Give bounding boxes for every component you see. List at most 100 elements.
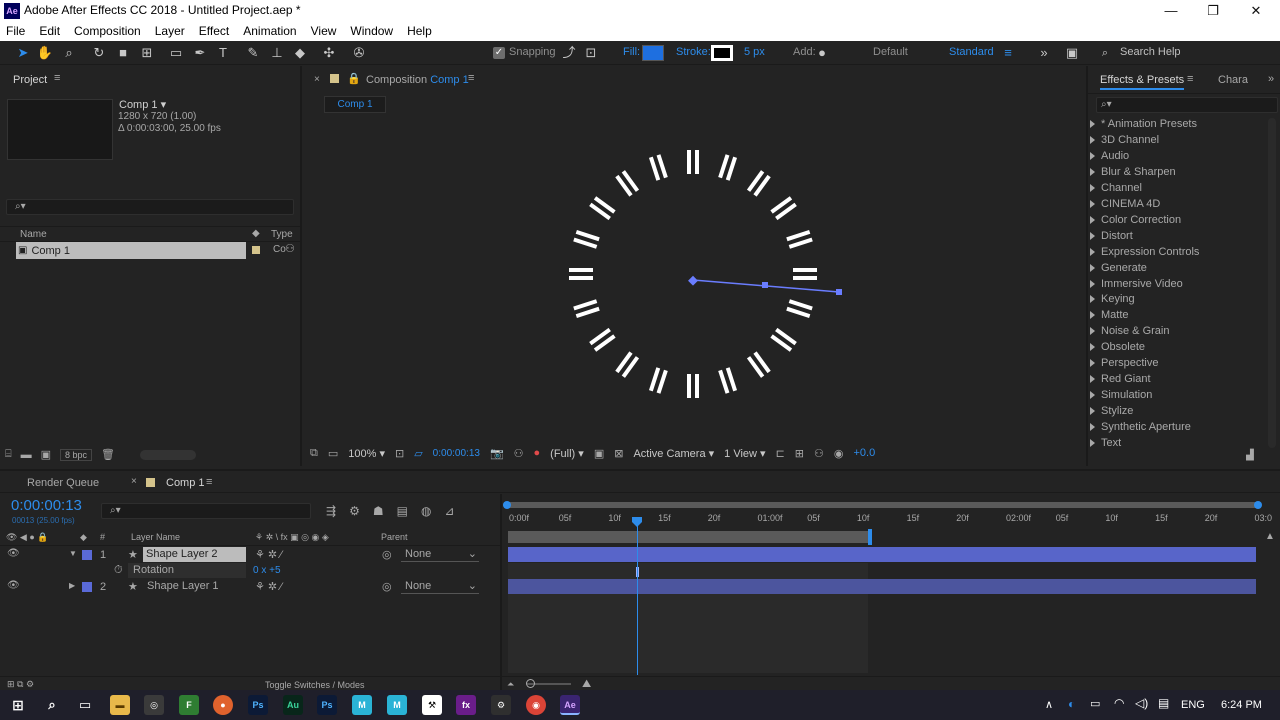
stopwatch-icon[interactable]: ⏱ [114, 564, 123, 577]
wifi-icon[interactable]: ◠ [1114, 696, 1124, 710]
effect-category[interactable]: Distort [1090, 230, 1133, 242]
clone-stamp-tool-icon[interactable]: ⊥ [268, 44, 286, 62]
work-area-navigator[interactable] [503, 501, 1262, 509]
expand-arrow-icon[interactable]: ▶ [69, 581, 75, 590]
effect-category[interactable]: Synthetic Aperture [1090, 421, 1191, 433]
comp1-timeline-tab[interactable]: Comp 1 [166, 477, 205, 489]
flowchart-icon[interactable]: ⚇ [285, 242, 295, 255]
menu-edit[interactable]: Edit [39, 22, 60, 41]
transparency-grid-icon[interactable]: ⊠ [614, 447, 623, 460]
expand-arrow-icon[interactable]: ▼ [69, 549, 77, 558]
effect-category[interactable]: Expression Controls [1090, 246, 1199, 258]
reset-exposure-icon[interactable]: ◉ [834, 447, 844, 460]
zoom-slider-thumb[interactable] [526, 679, 535, 688]
comp-info-name[interactable]: Comp 1 ▾ [119, 98, 166, 111]
maximize-button[interactable]: ❐ [1192, 0, 1234, 22]
puppet-tool-icon[interactable]: ✇ [350, 44, 368, 62]
fill-color-swatch[interactable] [642, 45, 664, 61]
navigator-end-handle[interactable] [1254, 501, 1262, 509]
work-area-bar[interactable] [508, 531, 870, 543]
effect-category[interactable]: Matte [1090, 309, 1129, 321]
snapping-checkbox[interactable]: ✓ [493, 47, 505, 59]
tray-app-icon[interactable]: ◐ [1068, 697, 1075, 711]
project-search-input[interactable]: ⌕▾ [6, 199, 294, 215]
brush-tool-icon[interactable]: ✎ [244, 44, 262, 62]
rectangle-tool-icon[interactable]: ▭ [167, 44, 185, 62]
close-tab-icon[interactable]: × [314, 74, 320, 85]
effects-search-input[interactable]: ⌕▾ [1096, 97, 1278, 113]
roi-icon[interactable]: ▣ [594, 447, 604, 460]
camera-dropdown[interactable]: Active Camera ▾ [633, 447, 714, 460]
lock-icon[interactable]: 🔒 [347, 72, 361, 85]
file-explorer-icon[interactable]: ▬ [110, 695, 130, 715]
show-snapshot-icon[interactable]: ⚇ [514, 447, 524, 460]
rotation-property-row[interactable]: ⏱ Rotation 0 x +5 [0, 563, 500, 579]
app-inkscape-icon[interactable]: ⚒ [422, 695, 442, 715]
col-name[interactable]: Name [20, 229, 47, 240]
close-tab-icon[interactable]: × [131, 476, 137, 487]
photoshop-icon[interactable]: Ps [248, 695, 268, 715]
effect-category[interactable]: Keying [1090, 293, 1135, 305]
firefox-icon[interactable]: ● [213, 695, 233, 715]
comp-viewer[interactable] [304, 118, 1083, 441]
app-f-icon[interactable]: F [179, 695, 199, 715]
motion-blur-icon[interactable]: ◍ [421, 504, 431, 518]
col-layer-name[interactable]: Layer Name [131, 532, 180, 542]
effects-presets-tab[interactable]: Effects & Presets [1100, 74, 1185, 90]
zoom-tool-icon[interactable]: ⌕ [60, 44, 78, 62]
project-item-comp1[interactable]: ▣ Comp 1 [16, 242, 246, 259]
snap-grid-icon[interactable]: ⊡ [582, 44, 600, 62]
comp-panel-menu-icon[interactable]: ≡ [468, 72, 474, 84]
time-ruler[interactable]: 0:00f 05f 10f 15f 20f 01:00f 05f 10f 15f 20f 02:00… [503, 511, 1272, 529]
rotate-tool-icon[interactable]: ↻ [90, 44, 108, 62]
timeline-menu-icon[interactable]: ≡ [206, 476, 212, 488]
menu-effect[interactable]: Effect [199, 22, 229, 41]
parent-dropdown[interactable]: None ⌄ [401, 547, 479, 562]
layer-switches-icon[interactable]: ⚘ ✲ ⁄ [255, 580, 282, 593]
layer-row-1[interactable]: 👁 ▼ 1 ★ Shape Layer 2 ⚘ ✲ ⁄ ◎ None ⌄ [0, 547, 500, 563]
layer-switches-icon[interactable]: ⚘ ✲ ⁄ [255, 548, 282, 561]
effect-category[interactable]: Text [1090, 437, 1121, 449]
layer-2-duration-bar[interactable] [508, 579, 1256, 594]
volume-icon[interactable]: ◁) [1135, 696, 1148, 710]
pan-behind-tool-icon[interactable]: ⊞ [138, 44, 156, 62]
search-help-input[interactable]: Search Help [1120, 46, 1181, 58]
visibility-eye-icon[interactable]: 👁 [7, 580, 20, 591]
monitor-icon[interactable]: ▭ [328, 447, 338, 460]
views-dropdown[interactable]: 1 View ▾ [724, 447, 765, 460]
trash-icon[interactable]: 🗑 [101, 448, 115, 461]
hand-tool-icon[interactable]: ✋ [36, 44, 54, 62]
effect-category[interactable]: Perspective [1090, 357, 1158, 369]
path-vertex-end[interactable] [836, 289, 842, 295]
task-view-icon[interactable]: ▭ [75, 695, 95, 715]
footer-toggles-icon[interactable]: ⊞ ⧉ ⚙ [7, 679, 34, 690]
shy-layers-icon[interactable]: ☗ [373, 504, 384, 518]
interpret-footage-icon[interactable]: ⌸ [5, 448, 12, 461]
menu-animation[interactable]: Animation [243, 22, 296, 41]
effect-category[interactable]: Generate [1090, 262, 1147, 274]
effects-menu-icon[interactable]: ≡ [1187, 73, 1193, 85]
new-bin-icon[interactable]: ▟ [1246, 450, 1254, 461]
new-comp-icon[interactable]: ▣ [41, 448, 51, 461]
parent-pickwhip-icon[interactable]: ◎ [382, 548, 392, 561]
fit-icon[interactable]: ⊡ [395, 447, 404, 460]
timeline-search-input[interactable]: ⌕▾ [101, 503, 311, 519]
comp-mini-flowchart-icon[interactable]: ⇶ [326, 504, 336, 518]
menu-help[interactable]: Help [407, 22, 432, 41]
region-icon[interactable]: ▱ [414, 447, 422, 460]
workspace-menu-icon[interactable]: ≡ [999, 44, 1017, 62]
parent-dropdown[interactable]: None ⌄ [401, 579, 479, 594]
effect-category[interactable]: Obsolete [1090, 341, 1145, 353]
menu-layer[interactable]: Layer [155, 22, 185, 41]
app-m2-icon[interactable]: M [387, 695, 407, 715]
effect-category[interactable]: Blur & Sharpen [1090, 166, 1176, 178]
type-tool-icon[interactable]: T [214, 44, 232, 62]
layer-row-2[interactable]: 👁 ▶ 2 ★ Shape Layer 1 ⚘ ✲ ⁄ ◎ None ⌄ [0, 579, 500, 595]
audition-icon[interactable]: Au [283, 695, 303, 715]
graph-editor-icon[interactable]: ⊿ [444, 504, 454, 518]
toggle-pixel-icon[interactable]: ⊏ [776, 447, 785, 460]
layer-name[interactable]: Shape Layer 2 [143, 547, 246, 562]
tray-overflow-icon[interactable]: ∧ [1045, 698, 1053, 711]
effect-category[interactable]: Simulation [1090, 389, 1152, 401]
effect-category[interactable]: Channel [1090, 182, 1142, 194]
